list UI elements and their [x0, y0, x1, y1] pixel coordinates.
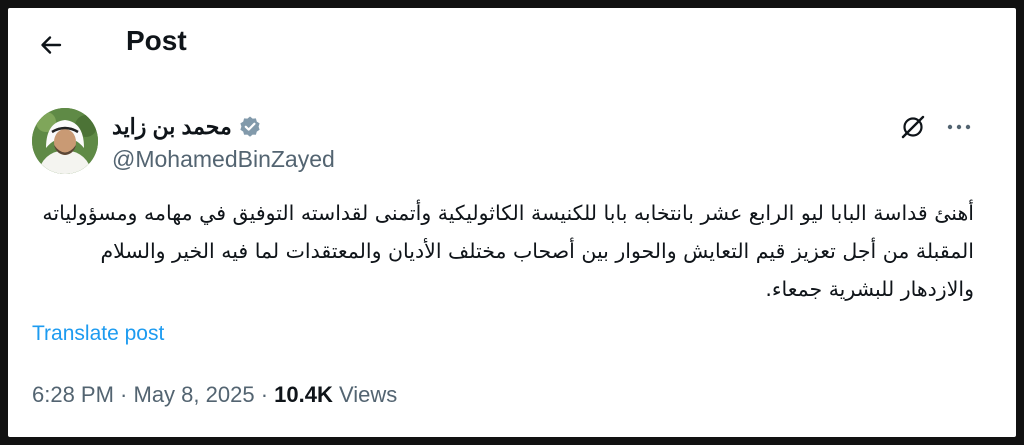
- views-label: Views: [338, 382, 398, 407]
- arrow-left-icon: [41, 36, 62, 54]
- page-title: Post: [126, 25, 187, 56]
- translate-post-link[interactable]: Translate post: [32, 322, 164, 346]
- author-name[interactable]: محمد بن زايد: [112, 114, 232, 140]
- meta-separator-2: ·: [254, 382, 275, 407]
- more-button[interactable]: [942, 112, 976, 142]
- post-meta: 6:28 PM · May 8, 2025 · 10.4K Views: [32, 382, 397, 408]
- meta-separator: ·: [113, 382, 134, 407]
- post-date[interactable]: May 8, 2025: [134, 382, 255, 408]
- post-page: Post محمد بن زايد @MohamedBinZayed أهنئ …: [8, 8, 1016, 437]
- grok-button[interactable]: [896, 110, 930, 144]
- grok-icon: [901, 115, 925, 139]
- more-icon: [947, 124, 971, 130]
- avatar[interactable]: [32, 108, 98, 174]
- back-button[interactable]: [34, 28, 68, 62]
- verified-badge-icon: [240, 116, 260, 137]
- views-count[interactable]: 10.4K: [274, 382, 333, 408]
- post-text: أهنئ قداسة البابا ليو الرابع عشر بانتخاب…: [42, 201, 974, 301]
- author-name-row[interactable]: محمد بن زايد: [112, 114, 262, 140]
- page-header: Post: [8, 8, 1016, 80]
- avatar-image: [32, 108, 98, 174]
- author-handle[interactable]: @MohamedBinZayed: [112, 146, 335, 173]
- post-time[interactable]: 6:28 PM: [32, 382, 114, 408]
